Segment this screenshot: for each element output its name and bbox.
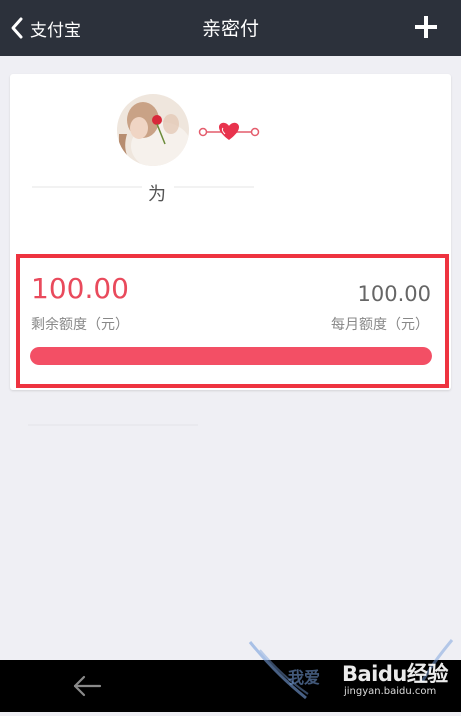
chevron-left-icon	[10, 16, 24, 40]
remaining-amount: 100.00	[31, 272, 129, 305]
add-button[interactable]	[413, 14, 439, 40]
back-label: 支付宝	[30, 20, 81, 41]
monthly-label: 每月额度（元）	[331, 317, 429, 333]
divider	[32, 186, 142, 188]
remaining-label: 剩余额度（元）	[31, 317, 129, 333]
quota-progress-bar	[30, 347, 432, 365]
plus-icon	[413, 16, 439, 44]
top-bar: 支付宝 亲密付	[0, 0, 461, 56]
divider	[28, 424, 198, 426]
back-button[interactable]: 支付宝	[10, 14, 81, 42]
heart-link-icon	[198, 120, 260, 148]
quota-progress-fill	[30, 347, 432, 365]
nav-back-button[interactable]	[72, 674, 102, 702]
for-label: 为	[148, 184, 166, 205]
avatar	[117, 94, 189, 166]
monthly-amount: 100.00	[357, 282, 431, 306]
bottom-nav-bar	[0, 660, 461, 712]
arrow-left-icon	[72, 675, 102, 702]
divider	[174, 186, 254, 188]
